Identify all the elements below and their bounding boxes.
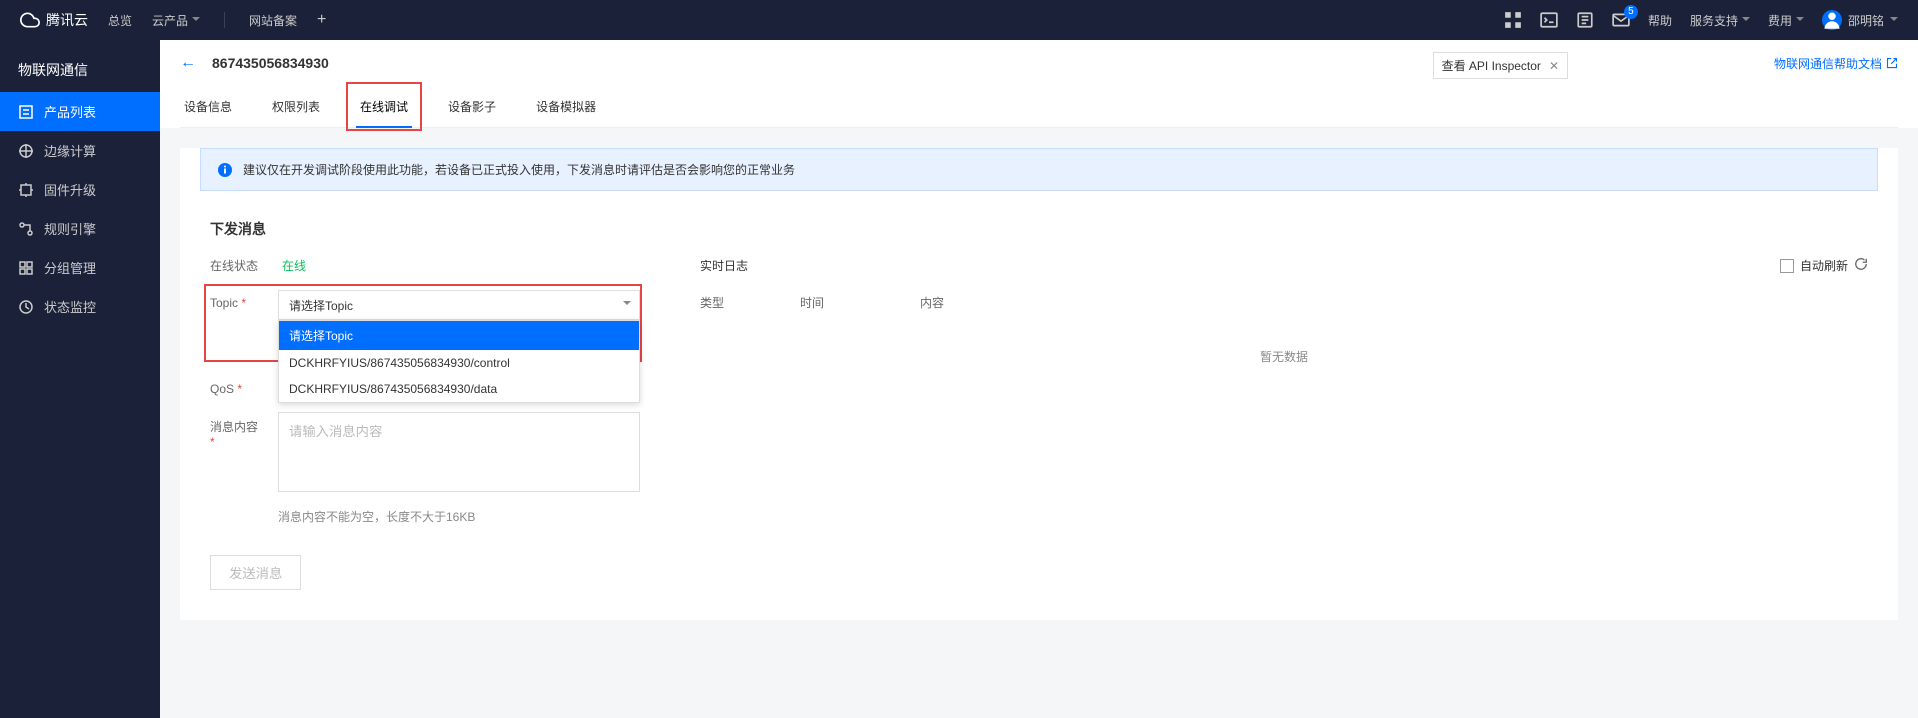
right-nav: 5 帮助 服务支持 费用 邵明铭 <box>1504 10 1898 30</box>
refresh-icon[interactable] <box>1854 257 1868 274</box>
log-table-header: 类型 时间 内容 <box>700 288 1868 318</box>
log-col-type: 类型 <box>700 294 800 311</box>
back-button[interactable]: ← <box>180 54 196 72</box>
topic-label: Topic <box>210 290 260 310</box>
sidebar-item-group[interactable]: 分组管理 <box>0 248 160 287</box>
nav-help[interactable]: 帮助 <box>1648 12 1672 29</box>
nav-fee[interactable]: 费用 <box>1768 12 1804 29</box>
topic-dropdown: 请选择Topic DCKHRFYIUS/867435056834930/cont… <box>278 320 640 403</box>
auto-refresh-checkbox[interactable] <box>1780 259 1794 273</box>
message-label: 消息内容 <box>210 412 260 449</box>
page-header: ← 867435056834930 查看 API Inspector ✕ 物联网… <box>160 40 1918 128</box>
log-title: 实时日志 <box>700 257 748 274</box>
api-inspector-chip[interactable]: 查看 API Inspector ✕ <box>1433 52 1568 79</box>
nav-divider <box>224 12 225 28</box>
rule-icon <box>18 221 34 237</box>
edge-icon <box>18 143 34 159</box>
chevron-down-icon <box>623 301 631 309</box>
nav-add-button[interactable]: + <box>317 11 326 29</box>
user-menu[interactable]: 邵明铭 <box>1822 10 1898 30</box>
sidebar-item-edge[interactable]: 边缘计算 <box>0 131 160 170</box>
firmware-icon <box>18 182 34 198</box>
nav-items: 总览 云产品 网站备案 + <box>108 11 1504 29</box>
topic-option-data[interactable]: DCKHRFYIUS/867435056834930/data <box>279 376 639 402</box>
nav-service[interactable]: 服务支持 <box>1690 12 1750 29</box>
log-empty-text: 暂无数据 <box>700 318 1868 395</box>
mail-badge: 5 <box>1624 5 1638 19</box>
external-link-icon <box>1886 57 1898 69</box>
group-icon <box>18 260 34 276</box>
section-title: 下发消息 <box>180 191 1898 257</box>
tab-permissions[interactable]: 权限列表 <box>268 90 324 127</box>
send-button[interactable]: 发送消息 <box>210 555 301 590</box>
log-col-content: 内容 <box>920 294 1868 311</box>
topic-option-control[interactable]: DCKHRFYIUS/867435056834930/control <box>279 350 639 376</box>
qos-label: QoS <box>210 376 260 396</box>
main-panel: 建议仅在开发调试阶段使用此功能，若设备已正式投入使用，下发消息时请评估是否会影响… <box>180 148 1898 620</box>
chevron-down-icon <box>1796 13 1804 28</box>
tabs: 设备信息 权限列表 在线调试 设备影子 设备模拟器 <box>180 90 1898 128</box>
device-id-title: 867435056834930 <box>212 55 329 71</box>
avatar-icon <box>1822 10 1842 30</box>
content-area: ← 867435056834930 查看 API Inspector ✕ 物联网… <box>160 40 1918 718</box>
send-message-form: 在线状态 在线 Topic 请选择Topic 请选择Topic <box>210 257 640 590</box>
username: 邵明铭 <box>1848 12 1884 29</box>
tab-device-simulator[interactable]: 设备模拟器 <box>532 90 600 127</box>
topic-option-placeholder[interactable]: 请选择Topic <box>279 321 639 350</box>
message-textarea[interactable] <box>278 412 640 492</box>
top-nav: 腾讯云 总览 云产品 网站备案 + 5 帮助 服务支持 费用 <box>0 0 1918 40</box>
info-banner: 建议仅在开发调试阶段使用此功能，若设备已正式投入使用，下发消息时请评估是否会影响… <box>200 148 1878 191</box>
chevron-down-icon <box>192 13 200 28</box>
sidebar-title: 物联网通信 <box>0 50 160 92</box>
logo-area[interactable]: 腾讯云 <box>20 10 88 30</box>
chevron-down-icon <box>1890 13 1898 28</box>
info-icon <box>217 162 233 178</box>
log-col-time: 时间 <box>800 294 920 311</box>
cloud-logo-icon <box>20 10 40 30</box>
shell-icon[interactable] <box>1540 11 1558 29</box>
brand-text: 腾讯云 <box>46 10 88 30</box>
grid-icon[interactable] <box>1504 11 1522 29</box>
online-status-label: 在线状态 <box>210 257 258 274</box>
sidebar-item-rule[interactable]: 规则引擎 <box>0 209 160 248</box>
mail-icon[interactable]: 5 <box>1612 11 1630 29</box>
news-icon[interactable] <box>1576 11 1594 29</box>
sidebar-item-products[interactable]: 产品列表 <box>0 92 160 131</box>
sidebar-item-firmware[interactable]: 固件升级 <box>0 170 160 209</box>
close-icon[interactable]: ✕ <box>1549 59 1559 73</box>
online-status-value: 在线 <box>282 257 306 274</box>
topic-select[interactable]: 请选择Topic 请选择Topic DCKHRFYIUS/86743505683… <box>278 290 640 320</box>
nav-website-filing[interactable]: 网站备案 <box>249 12 297 29</box>
nav-overview[interactable]: 总览 <box>108 12 132 29</box>
nav-products[interactable]: 云产品 <box>152 12 200 29</box>
sidebar-item-monitor[interactable]: 状态监控 <box>0 287 160 326</box>
help-doc-link[interactable]: 物联网通信帮助文档 <box>1774 55 1898 72</box>
auto-refresh-label: 自动刷新 <box>1800 257 1848 274</box>
info-text: 建议仅在开发调试阶段使用此功能，若设备已正式投入使用，下发消息时请评估是否会影响… <box>243 161 795 178</box>
monitor-icon <box>18 299 34 315</box>
list-icon <box>18 104 34 120</box>
tab-online-debug[interactable]: 在线调试 <box>356 90 412 127</box>
message-hint: 消息内容不能为空，长度不大于16KB <box>278 508 640 525</box>
sidebar: 物联网通信 产品列表 边缘计算 固件升级 规则引擎 分组管理 状态监控 <box>0 40 160 718</box>
chevron-down-icon <box>1742 13 1750 28</box>
tab-device-info[interactable]: 设备信息 <box>180 90 236 127</box>
tab-device-shadow[interactable]: 设备影子 <box>444 90 500 127</box>
realtime-log-panel: 实时日志 自动刷新 类型 时间 内容 <box>700 257 1868 590</box>
